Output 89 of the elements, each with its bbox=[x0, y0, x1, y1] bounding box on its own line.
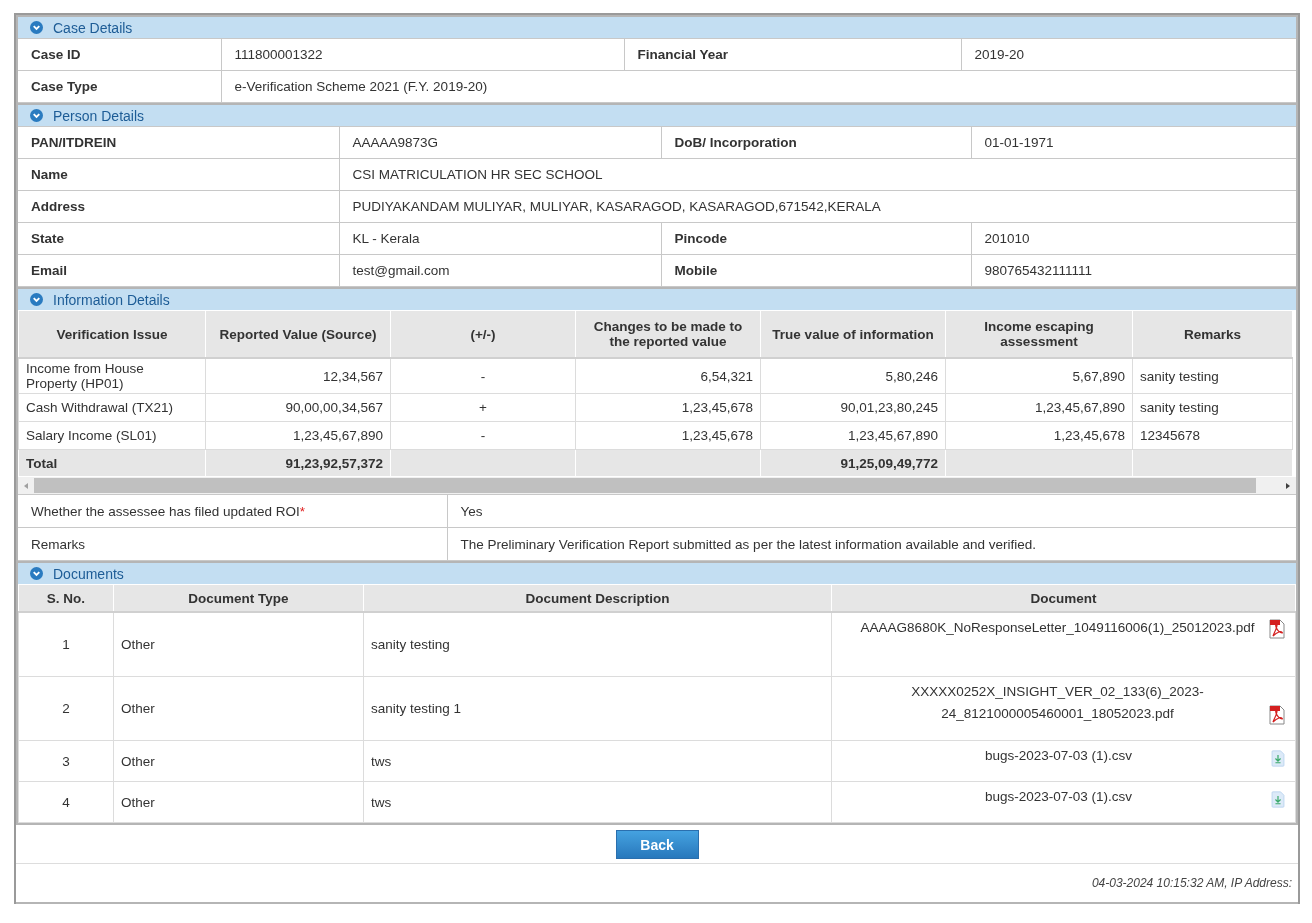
total-value: 91,23,92,57,372 bbox=[205, 449, 391, 477]
table-cell: Salary Income (SL01) bbox=[18, 421, 206, 450]
field-value: test@gmail.com bbox=[339, 254, 661, 287]
field-label: Mobile bbox=[661, 254, 971, 287]
table-cell: 1,23,45,678 bbox=[945, 421, 1133, 450]
chevron-down-icon bbox=[30, 567, 43, 580]
table-cell: Other bbox=[113, 612, 364, 677]
field-value: 01-01-1971 bbox=[971, 126, 1296, 159]
table-cell: 1,23,45,678 bbox=[575, 393, 761, 422]
table-cell: - bbox=[390, 358, 576, 394]
table-cell: 1 bbox=[18, 612, 114, 677]
section-title: Documents bbox=[53, 565, 124, 582]
table-cell: sanity testing bbox=[1132, 393, 1293, 422]
field-value: 2019-20 bbox=[961, 38, 1296, 71]
section-title: Case Details bbox=[53, 19, 133, 36]
table-cell: 3 bbox=[18, 740, 114, 782]
table-cell: Income from House Property (HP01) bbox=[18, 358, 206, 394]
table-cell: - bbox=[390, 421, 576, 450]
table-cell: 5,67,890 bbox=[945, 358, 1133, 394]
column-header: Changes to be made to the reported value bbox=[575, 310, 761, 358]
column-header: Remarks bbox=[1132, 310, 1293, 358]
chevron-down-icon bbox=[30, 21, 43, 34]
pdf-file-icon[interactable] bbox=[1269, 705, 1285, 725]
download-file-icon[interactable] bbox=[1271, 750, 1285, 767]
section-header[interactable]: Case Details bbox=[18, 17, 1296, 38]
section-header[interactable]: Person Details bbox=[18, 103, 1296, 126]
pdf-file-icon[interactable] bbox=[1269, 619, 1285, 639]
column-header: Document Type bbox=[113, 584, 364, 612]
table-cell: 90,01,23,80,245 bbox=[760, 393, 946, 422]
column-header: True value of information bbox=[760, 310, 946, 358]
field-label: State bbox=[18, 222, 339, 255]
table-cell: tws bbox=[363, 740, 832, 782]
column-header: Document Description bbox=[363, 584, 832, 612]
field-label: Financial Year bbox=[624, 38, 961, 71]
column-header: Income escaping assessment bbox=[945, 310, 1133, 358]
horizontal-scrollbar[interactable] bbox=[18, 477, 1296, 494]
table-cell: Cash Withdrawal (TX21) bbox=[18, 393, 206, 422]
table-cell: Other bbox=[113, 676, 364, 741]
section-header[interactable]: Information Details bbox=[18, 287, 1296, 310]
field-label: DoB/ Incorporation bbox=[661, 126, 971, 159]
field-value: 111800001322 bbox=[221, 38, 624, 71]
table-cell: 6,54,321 bbox=[575, 358, 761, 394]
field-label: Case ID bbox=[18, 38, 221, 71]
table-cell: 1,23,45,67,890 bbox=[945, 393, 1133, 422]
column-header: Document bbox=[831, 584, 1296, 612]
section-title: Person Details bbox=[53, 107, 145, 124]
table-cell: 1,23,45,67,890 bbox=[760, 421, 946, 450]
chevron-down-icon bbox=[30, 293, 43, 306]
field-label: Remarks bbox=[18, 527, 447, 561]
field-value: Yes bbox=[447, 494, 1296, 528]
table-cell: 2 bbox=[18, 676, 114, 741]
column-header: (+/-) bbox=[390, 310, 576, 358]
field-label: Pincode bbox=[661, 222, 971, 255]
scroll-right-icon[interactable] bbox=[1284, 481, 1292, 490]
total-value: 91,25,09,49,772 bbox=[760, 449, 946, 477]
field-value: AAAAA9873G bbox=[339, 126, 661, 159]
table-cell: 1,23,45,67,890 bbox=[205, 421, 391, 450]
table-cell: Other bbox=[113, 740, 364, 782]
table-cell: sanity testing bbox=[1132, 358, 1293, 394]
timestamp-text: 04-03-2024 10:15:32 AM, IP Address: bbox=[1091, 876, 1292, 890]
table-cell: 1,23,45,678 bbox=[575, 421, 761, 450]
section-header[interactable]: Documents bbox=[18, 561, 1296, 584]
table-cell: + bbox=[390, 393, 576, 422]
field-label: Email bbox=[18, 254, 339, 287]
column-header: Verification Issue bbox=[18, 310, 206, 358]
column-header: S. No. bbox=[18, 584, 114, 612]
table-cell: 12345678 bbox=[1132, 421, 1293, 450]
total-label: Total bbox=[18, 449, 206, 477]
field-label: Case Type bbox=[18, 70, 221, 103]
field-label: PAN/ITDREIN bbox=[18, 126, 339, 159]
column-header: Reported Value (Source) bbox=[205, 310, 391, 358]
field-label: Whether the assessee has filed updated ROI* bbox=[18, 494, 447, 528]
table-cell: Other bbox=[113, 781, 364, 823]
download-file-icon[interactable] bbox=[1271, 791, 1285, 808]
field-value: KL - Kerala bbox=[339, 222, 661, 255]
table-cell: tws bbox=[363, 781, 832, 823]
table-cell: sanity testing bbox=[363, 612, 832, 677]
table-cell: 5,80,246 bbox=[760, 358, 946, 394]
scroll-left-icon[interactable] bbox=[22, 481, 30, 490]
scrollbar-thumb[interactable] bbox=[34, 478, 1256, 493]
table-cell: 90,00,00,34,567 bbox=[205, 393, 391, 422]
section-title: Information Details bbox=[53, 291, 170, 308]
table-cell: sanity testing 1 bbox=[363, 676, 832, 741]
field-label: Address bbox=[18, 190, 339, 223]
back-button[interactable]: Back bbox=[615, 830, 699, 859]
field-label: Name bbox=[18, 158, 339, 191]
table-cell: 12,34,567 bbox=[205, 358, 391, 394]
chevron-down-icon bbox=[30, 109, 43, 122]
table-cell: 4 bbox=[18, 781, 114, 823]
